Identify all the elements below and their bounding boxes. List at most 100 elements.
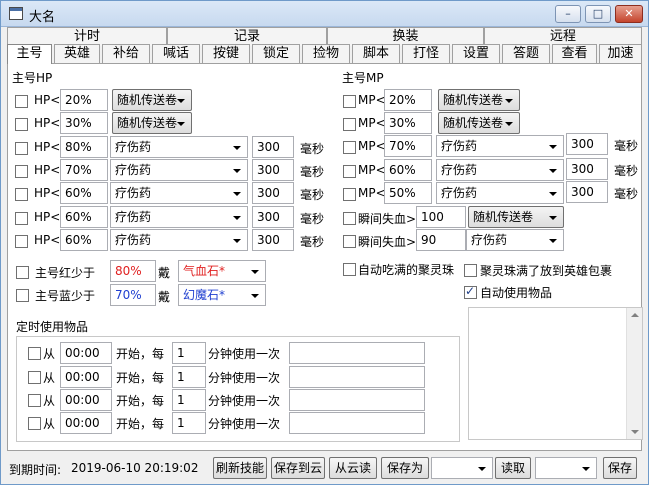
hp-row-7-item[interactable]: 疗伤药 (110, 229, 248, 251)
hp-row-3-value[interactable]: 80% (60, 136, 108, 158)
listbox-scrollbar[interactable] (626, 308, 642, 439)
hp-row-7-ms[interactable]: 300 (252, 229, 294, 251)
hp-row-2-checkbox[interactable] (15, 118, 28, 131)
mp-row-3-ms[interactable]: 300 (566, 133, 608, 155)
mp-row-5-ms[interactable]: 300 (566, 181, 608, 203)
minimize-button[interactable]: – (555, 5, 581, 23)
mp-row-3-value[interactable]: 70% (384, 135, 432, 157)
mp-row-3-item[interactable]: 疗伤药 (436, 135, 564, 157)
mp-row-5-item[interactable]: 疗伤药 (436, 182, 564, 204)
tab-hero[interactable]: 英雄 (54, 44, 100, 63)
blue-low-value[interactable]: 70% (110, 284, 156, 306)
refresh-skills-button[interactable]: 刷新技能 (213, 457, 267, 479)
hp-row-7-checkbox[interactable] (15, 235, 28, 248)
mp-row-4-ms[interactable]: 300 (566, 158, 608, 180)
save-to-cloud-button[interactable]: 保存到云 (271, 457, 325, 479)
timed-row-3-checkbox[interactable] (28, 394, 41, 407)
timed-row-4-time[interactable]: 00:00 (60, 412, 112, 434)
hp-row-5-checkbox[interactable] (15, 188, 28, 201)
hp-row-3-ms[interactable]: 300 (252, 136, 294, 158)
mp-row-4-item[interactable]: 疗伤药 (436, 159, 564, 181)
blue-low-checkbox[interactable] (16, 289, 29, 302)
instant-row-1-value[interactable]: 100 (416, 206, 466, 228)
close-button[interactable]: ✕ (615, 5, 643, 23)
spirit-full-checkbox[interactable] (464, 264, 477, 277)
hp-row-4-ms[interactable]: 300 (252, 159, 294, 181)
scroll-down-icon[interactable] (631, 430, 639, 434)
tab-shout[interactable]: 喊话 (152, 44, 200, 63)
hp-row-1-item[interactable]: 随机传送卷 (112, 89, 192, 111)
hp-row-4-value[interactable]: 70% (60, 159, 108, 181)
timed-row-2-item[interactable] (289, 366, 425, 388)
timed-row-2-time[interactable]: 00:00 (60, 366, 112, 388)
timed-row-3-time[interactable]: 00:00 (60, 389, 112, 411)
tab-fight[interactable]: 打怪 (402, 44, 450, 63)
hp-row-6-value[interactable]: 60% (60, 206, 108, 228)
hp-row-3-checkbox[interactable] (15, 142, 28, 155)
tab-settings[interactable]: 设置 (452, 44, 500, 63)
hp-row-5-value[interactable]: 60% (60, 182, 108, 204)
tab-view[interactable]: 查看 (552, 44, 597, 63)
mp-row-4-checkbox[interactable] (343, 165, 356, 178)
hp-row-1-value[interactable]: 20% (60, 89, 108, 111)
mp-row-1-item[interactable]: 随机传送卷 (438, 89, 520, 111)
red-low-value[interactable]: 80% (110, 260, 156, 282)
instant-row-2-value[interactable]: 90 (416, 229, 466, 251)
red-low-checkbox[interactable] (16, 266, 29, 279)
tab-pickup[interactable]: 捡物 (302, 44, 350, 63)
timed-row-1-n[interactable]: 1 (172, 342, 206, 364)
save-as-combo[interactable] (431, 457, 493, 479)
instant-row-2-item[interactable]: 疗伤药 (466, 229, 564, 251)
instant-row-1-checkbox[interactable] (343, 212, 356, 225)
mp-row-4-value[interactable]: 60% (384, 159, 432, 181)
hp-row-3-item[interactable]: 疗伤药 (110, 136, 248, 158)
hp-row-7-value[interactable]: 60% (60, 229, 108, 251)
hp-row-6-item[interactable]: 疗伤药 (110, 206, 248, 228)
timed-row-1-item[interactable] (289, 342, 425, 364)
mp-row-1-checkbox[interactable] (343, 95, 356, 108)
hp-row-1-checkbox[interactable] (15, 95, 28, 108)
scroll-up-icon[interactable] (631, 313, 639, 317)
timed-row-2-n[interactable]: 1 (172, 366, 206, 388)
mp-row-1-value[interactable]: 20% (384, 89, 432, 111)
auto-use-checkbox[interactable] (464, 284, 477, 299)
tab-main[interactable]: 主号 (7, 44, 52, 64)
maximize-button[interactable]: □ (585, 5, 611, 23)
timed-row-4-item[interactable] (289, 412, 425, 434)
tab-lock[interactable]: 锁定 (252, 44, 300, 63)
timed-row-1-time[interactable]: 00:00 (60, 342, 112, 364)
tab-supply[interactable]: 补给 (102, 44, 150, 63)
hp-row-6-ms[interactable]: 300 (252, 206, 294, 228)
load-from-cloud-button[interactable]: 从云读 (329, 457, 377, 479)
auto-eat-checkbox[interactable] (343, 263, 356, 276)
read-button[interactable]: 读取 (495, 457, 531, 479)
mp-row-2-checkbox[interactable] (343, 118, 356, 131)
hp-row-5-item[interactable]: 疗伤药 (110, 182, 248, 204)
tab-speed[interactable]: 加速 (599, 44, 642, 63)
hp-row-5-ms[interactable]: 300 (252, 182, 294, 204)
timed-row-3-item[interactable] (289, 389, 425, 411)
instant-row-1-item[interactable]: 随机传送卷 (468, 206, 564, 228)
tab-script[interactable]: 脚本 (352, 44, 400, 63)
hp-row-2-value[interactable]: 30% (60, 112, 108, 134)
save-as-button[interactable]: 保存为 (381, 457, 429, 479)
timed-row-1-checkbox[interactable] (28, 347, 41, 360)
timed-row-3-n[interactable]: 1 (172, 389, 206, 411)
tab-quiz[interactable]: 答题 (502, 44, 550, 63)
mp-row-2-item[interactable]: 随机传送卷 (438, 112, 520, 134)
hp-row-6-checkbox[interactable] (15, 212, 28, 225)
blue-low-item[interactable]: 幻魔石* (178, 284, 266, 306)
red-low-item[interactable]: 气血石* (178, 260, 266, 282)
mp-row-5-value[interactable]: 50% (384, 182, 432, 204)
mp-row-3-checkbox[interactable] (343, 141, 356, 154)
timed-row-4-checkbox[interactable] (28, 417, 41, 430)
item-listbox[interactable] (468, 307, 643, 440)
hp-row-2-item[interactable]: 随机传送卷 (112, 112, 192, 134)
timed-row-2-checkbox[interactable] (28, 371, 41, 384)
mp-row-2-value[interactable]: 30% (384, 112, 432, 134)
hp-row-4-checkbox[interactable] (15, 165, 28, 178)
save-button[interactable]: 保存 (603, 457, 637, 479)
instant-row-2-checkbox[interactable] (343, 235, 356, 248)
hp-row-4-item[interactable]: 疗伤药 (110, 159, 248, 181)
read-combo[interactable] (535, 457, 597, 479)
